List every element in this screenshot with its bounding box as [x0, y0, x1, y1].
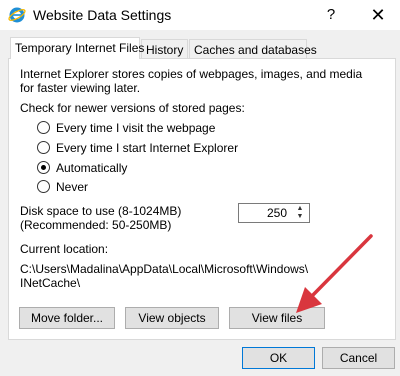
title-bar: Website Data Settings ? ✕ — [0, 0, 400, 30]
disk-space-recommended: (Recommended: 50-250MB) — [20, 218, 172, 232]
stepper-down-icon[interactable]: ▼ — [292, 213, 308, 221]
current-location-path-line-1: C:\Users\Madalina\AppData\Local\Microsof… — [20, 262, 309, 276]
ok-button[interactable]: OK — [242, 347, 315, 369]
stepper-up-icon[interactable]: ▲ — [292, 205, 308, 213]
radio-automatically-label[interactable]: Automatically — [56, 161, 127, 175]
tab-caches-and-databases[interactable]: Caches and databases — [189, 39, 317, 59]
description-line-1: Internet Explorer stores copies of webpa… — [20, 67, 363, 81]
radio-every-visit[interactable] — [37, 121, 50, 134]
current-location-label: Current location: — [20, 242, 109, 256]
tab-panel: Internet Explorer stores copies of webpa… — [8, 58, 396, 340]
disk-space-value[interactable]: 250 — [267, 206, 287, 220]
radio-every-visit-label[interactable]: Every time I visit the webpage — [56, 121, 215, 135]
close-button[interactable]: ✕ — [362, 2, 394, 28]
radio-never[interactable] — [37, 180, 50, 193]
description-line-2: for faster viewing later. — [20, 81, 141, 95]
radio-every-start-label[interactable]: Every time I start Internet Explorer — [56, 141, 238, 155]
cancel-button[interactable]: Cancel — [322, 347, 395, 369]
view-objects-button[interactable]: View objects — [125, 307, 219, 329]
window-title: Website Data Settings — [33, 7, 172, 23]
check-newer-label: Check for newer versions of stored pages… — [20, 101, 245, 115]
radio-selected-dot — [41, 165, 46, 170]
internet-explorer-icon — [8, 6, 26, 24]
disk-space-label: Disk space to use (8-1024MB) — [20, 204, 182, 218]
radio-never-label[interactable]: Never — [56, 180, 88, 194]
move-folder-button[interactable]: Move folder... — [19, 307, 115, 329]
view-files-button[interactable]: View files — [229, 307, 325, 329]
tab-history[interactable]: History — [141, 39, 188, 59]
current-location-path-line-2: INetCache\ — [20, 276, 81, 290]
radio-automatically[interactable] — [37, 161, 50, 174]
help-button[interactable]: ? — [318, 2, 344, 28]
radio-every-start[interactable] — [37, 141, 50, 154]
disk-space-stepper[interactable]: 250 ▲ ▼ — [238, 203, 310, 223]
tab-temporary-internet-files[interactable]: Temporary Internet Files — [10, 37, 144, 59]
